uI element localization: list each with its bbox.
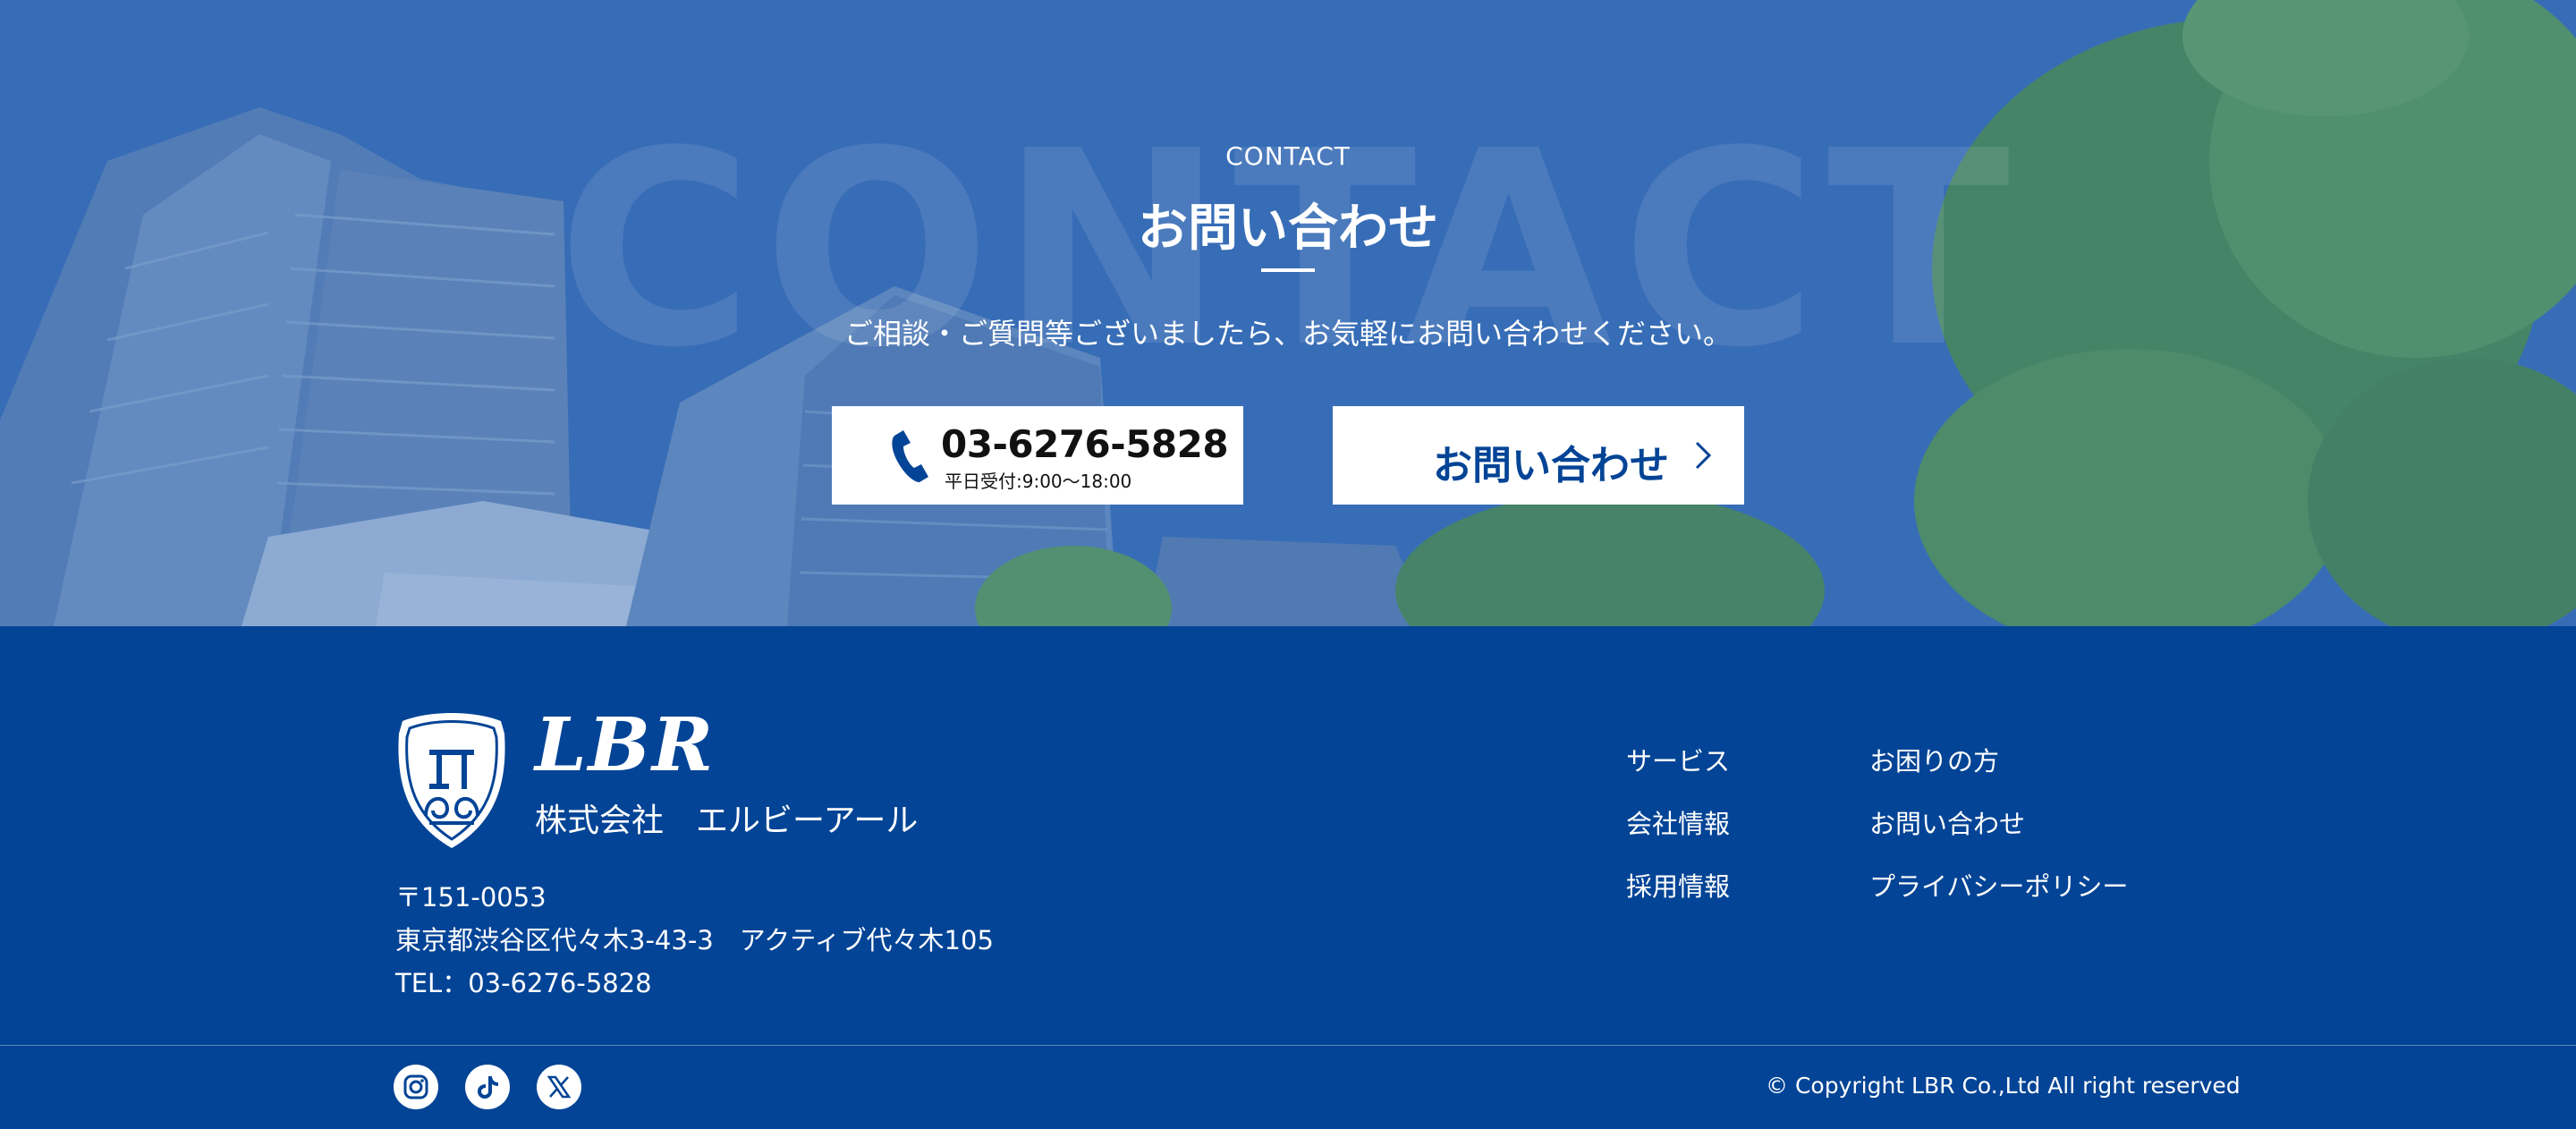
footer-nav-recruit[interactable]: 採用情報 [1626, 866, 1730, 904]
phone-hours: 平日受付:9:00～18:00 [945, 471, 1132, 492]
footer-nav-services[interactable]: サービス [1626, 741, 1730, 778]
contact-section: CONTACT CONTACT お問い合わせ ご相談・ご質問等ございましたら、お… [0, 0, 2576, 626]
tiktok-icon [478, 1076, 498, 1099]
x-link[interactable] [537, 1065, 581, 1109]
contact-form-button-label: お問い合わせ [1433, 443, 1669, 488]
lbr-crest-logo [398, 713, 505, 848]
footer-nav-company[interactable]: 会社情報 [1626, 803, 1730, 841]
section-eyebrow: CONTACT [1225, 141, 1351, 171]
footer-tel: TEL：03-6276-5828 [395, 968, 652, 998]
company-name: 株式会社 エルビーアール [535, 802, 919, 839]
section-title: お問い合わせ [1138, 199, 1438, 258]
tiktok-link[interactable] [465, 1065, 510, 1109]
phone-number: 03-6276-5828 [941, 422, 1229, 466]
chevron-right-icon [1695, 441, 1712, 470]
footer-nav-privacy[interactable]: プライバシーポリシー [1869, 866, 2128, 904]
brand-wordmark: LBR [535, 702, 716, 788]
street-address: 東京都渋谷区代々木3-43-3 アクティブ代々木105 [395, 925, 994, 955]
phone-call-button[interactable]: 03-6276-5828 平日受付:9:00～18:00 [832, 406, 1243, 505]
instagram-link[interactable] [394, 1065, 438, 1109]
postal-code: 〒151-0053 [395, 882, 547, 913]
footer-divider [0, 1045, 2576, 1046]
section-lead-text: ご相談・ご質問等ございましたら、お気軽にお問い合わせください。 [843, 317, 1732, 351]
x-icon [547, 1075, 572, 1099]
footer-nav-contact[interactable]: お問い合わせ [1869, 803, 2025, 841]
copyright-text: © Copyright LBR Co.,Ltd All right reserv… [1766, 1073, 2241, 1099]
footer-nav-help[interactable]: お困りの方 [1869, 741, 1999, 778]
instagram-icon [403, 1074, 428, 1099]
contact-form-button[interactable]: お問い合わせ [1333, 406, 1744, 505]
title-underline [1261, 268, 1315, 272]
phone-icon [892, 430, 928, 482]
